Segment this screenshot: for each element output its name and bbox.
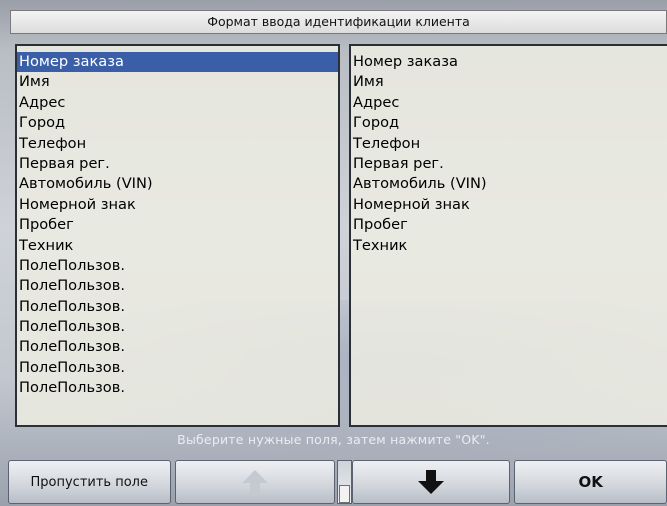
move-up-button[interactable] <box>174 460 336 504</box>
selected-fields-items: Номер заказа Имя Адрес Город Телефон Первая р… <box>351 46 667 256</box>
list-item[interactable]: ПолеПользов. <box>17 297 338 317</box>
window-title: Формат ввода идентификации клиента <box>10 10 667 34</box>
move-down-button[interactable] <box>351 460 511 504</box>
list-item[interactable]: Имя <box>351 72 667 92</box>
arrow-up-icon <box>241 469 269 495</box>
scrollbar[interactable] <box>337 460 352 504</box>
arrow-down-icon <box>417 469 445 495</box>
ok-label: OK <box>578 473 603 491</box>
ok-button[interactable]: OK <box>514 460 667 504</box>
list-item[interactable]: Адрес <box>351 93 667 113</box>
list-item[interactable]: Номерной знак <box>17 195 338 215</box>
list-item[interactable]: ПолеПользов. <box>17 256 338 276</box>
list-item[interactable]: Телефон <box>351 134 667 154</box>
list-item[interactable]: Адрес <box>17 93 338 113</box>
skip-field-button[interactable]: Пропустить поле <box>8 460 171 504</box>
list-item[interactable]: Техник <box>17 236 338 256</box>
list-item[interactable]: ПолеПользов. <box>17 358 338 378</box>
skip-field-label: Пропустить поле <box>30 474 148 490</box>
list-item[interactable]: Город <box>351 113 667 133</box>
list-item[interactable]: Телефон <box>17 134 338 154</box>
list-item[interactable]: ПолеПользов. <box>17 378 338 398</box>
list-item[interactable]: ПолеПользов. <box>17 317 338 337</box>
selected-fields-list[interactable]: Номер заказа Имя Адрес Город Телефон Первая р… <box>349 44 667 427</box>
list-item[interactable]: Пробег <box>17 215 338 235</box>
list-item[interactable]: ПолеПользов. <box>17 276 338 296</box>
list-item[interactable]: Первая рег. <box>17 154 338 174</box>
list-item[interactable]: Город <box>17 113 338 133</box>
available-fields-items: Номер заказа Имя Адрес Город Телефон Первая р… <box>17 46 338 399</box>
list-item[interactable]: Пробег <box>351 215 667 235</box>
list-item[interactable]: Номер заказа <box>351 52 667 72</box>
list-item[interactable]: Техник <box>351 236 667 256</box>
list-item[interactable]: Номер заказа <box>17 52 338 73</box>
scrollbar-thumb[interactable] <box>339 485 351 503</box>
list-item[interactable]: Первая рег. <box>351 154 667 174</box>
list-item[interactable]: Автомобиль (VIN) <box>17 174 338 194</box>
list-item[interactable]: ПолеПользов. <box>17 337 338 357</box>
list-item[interactable]: Автомобиль (VIN) <box>351 174 667 194</box>
instruction-text: Выберите нужные поля, затем нажмите "OK"… <box>177 432 490 447</box>
toolbar: Пропустить поле OK <box>8 457 667 506</box>
list-item[interactable]: Номерной знак <box>351 195 667 215</box>
available-fields-list[interactable]: Номер заказа Имя Адрес Город Телефон Первая р… <box>15 44 340 427</box>
list-item[interactable]: Имя <box>17 72 338 92</box>
